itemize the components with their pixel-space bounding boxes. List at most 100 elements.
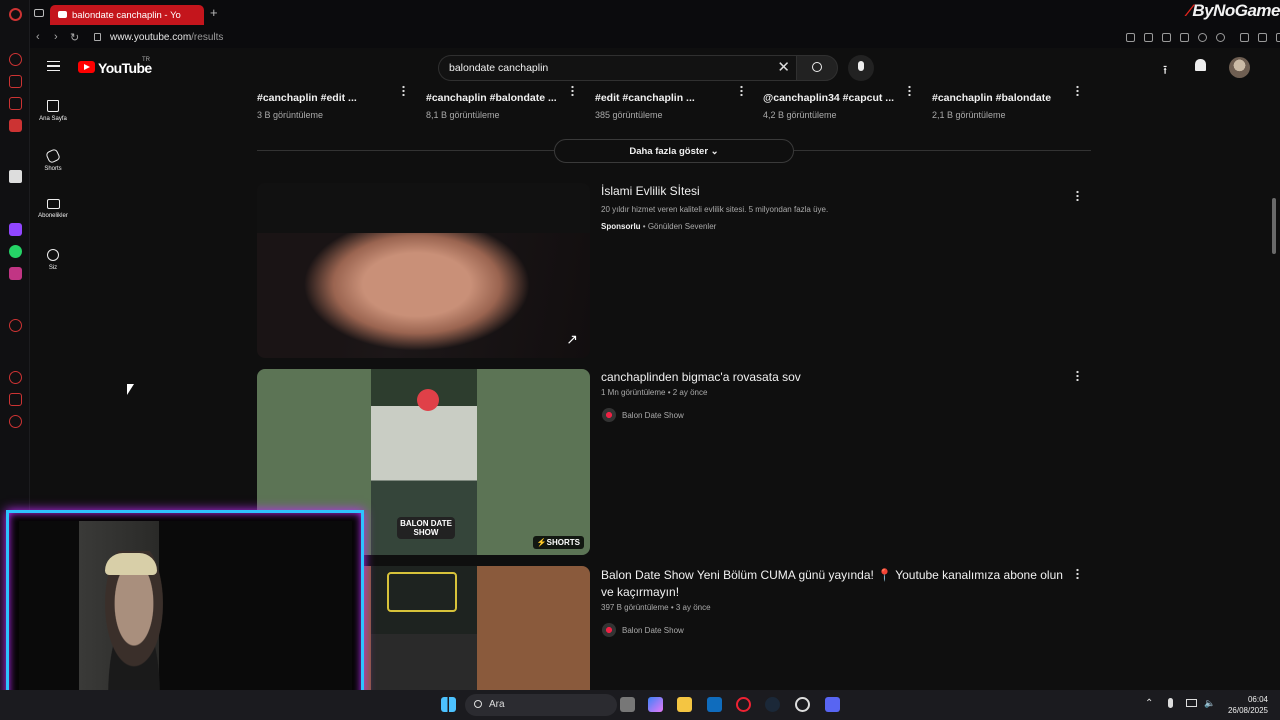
scrollbar-thumb[interactable] xyxy=(1272,198,1276,254)
more-options-icon[interactable] xyxy=(908,85,911,96)
system-clock[interactable]: 06:04 26/08/2025 xyxy=(1228,694,1268,716)
top-card-title[interactable]: #edit #canchaplin ... xyxy=(595,92,695,104)
channel-avatar[interactable] xyxy=(602,623,616,637)
pin-icon[interactable] xyxy=(1126,33,1135,42)
heart-icon[interactable] xyxy=(1216,33,1225,42)
sidebar-item-shorts[interactable]: Shorts xyxy=(30,148,76,172)
reload-icon[interactable]: ↻ xyxy=(70,31,79,44)
thumbnail-logo xyxy=(387,572,457,612)
more-options-icon[interactable] xyxy=(740,85,743,96)
lock-icon[interactable] xyxy=(94,33,101,41)
show-more-button[interactable]: Daha fazla göster ⌄ xyxy=(554,139,794,163)
divider xyxy=(794,150,1091,151)
hamburger-menu-icon[interactable] xyxy=(47,61,60,71)
opera-logo-icon[interactable] xyxy=(9,8,22,21)
youtube-header: YouTube TR balondate canchaplin ✕ ⭱ xyxy=(30,48,1280,86)
video-title[interactable]: canchaplinden bigmac'a rovasata sov xyxy=(601,369,801,386)
mouse-cursor-icon xyxy=(127,384,134,395)
gx-icon[interactable] xyxy=(9,75,22,88)
new-tab-button[interactable]: + xyxy=(210,5,218,20)
top-card-views: 3 B görüntüleme xyxy=(257,110,324,120)
account-icon[interactable] xyxy=(1240,33,1249,42)
screenshot-icon[interactable] xyxy=(1144,33,1153,42)
shorts-icon xyxy=(45,148,61,164)
country-code: TR xyxy=(142,57,150,63)
play-icon[interactable] xyxy=(1198,33,1207,42)
ad-title[interactable]: İslami Evlilik Sİtesi xyxy=(601,183,700,200)
volume-icon[interactable]: 🔈 xyxy=(1204,698,1215,709)
instagram-icon[interactable] xyxy=(9,267,22,280)
obs-icon[interactable] xyxy=(795,697,810,712)
top-card-title[interactable]: #canchaplin #balondate ... xyxy=(426,92,557,104)
windows-start-icon[interactable] xyxy=(441,697,456,712)
shorts-badge: ⚡SHORTS xyxy=(532,536,584,549)
sidebar-item-home[interactable]: Ana Sayfa xyxy=(30,100,76,122)
opera-gx-icon[interactable] xyxy=(736,697,751,712)
url-field[interactable]: www.youtube.com/results xyxy=(110,32,223,43)
more-options-icon[interactable] xyxy=(571,85,574,96)
vpn-icon[interactable] xyxy=(1180,33,1189,42)
advertiser-name[interactable]: Gönülden Sevenler xyxy=(648,222,717,231)
ad-thumbnail[interactable]: ↗ xyxy=(257,183,590,358)
menu-icon[interactable] xyxy=(1276,33,1280,42)
top-card-title[interactable]: #canchaplin #edit ... xyxy=(257,92,357,104)
sidebar-item-subscriptions[interactable]: Abonelikler xyxy=(30,199,76,219)
tab-youtube[interactable]: balondate canchaplin - Yo xyxy=(50,5,204,25)
settings-icon[interactable] xyxy=(9,415,22,428)
history-icon[interactable] xyxy=(9,371,22,384)
mic-tray-icon[interactable] xyxy=(1168,698,1173,708)
taskbar-search[interactable]: Ara xyxy=(465,694,617,716)
more-options-icon[interactable] xyxy=(1076,370,1079,381)
shield-icon[interactable] xyxy=(1162,33,1171,42)
extensions-icon[interactable] xyxy=(9,393,22,406)
video-meta: 1 Mn görüntüleme • 2 ay önce xyxy=(601,388,708,397)
outlook-icon[interactable] xyxy=(707,697,722,712)
sidebar-item-you[interactable]: Siz xyxy=(30,249,76,271)
ai-icon[interactable] xyxy=(9,170,22,183)
player-icon[interactable] xyxy=(9,319,22,332)
home-icon xyxy=(47,100,59,112)
notifications-icon[interactable] xyxy=(1195,59,1206,71)
mail-icon[interactable] xyxy=(9,119,22,132)
more-options-icon[interactable] xyxy=(402,85,405,96)
copilot-icon[interactable] xyxy=(648,697,663,712)
forward-icon[interactable]: › xyxy=(54,31,58,43)
clear-icon[interactable]: ✕ xyxy=(777,59,790,77)
youtube-logo-icon[interactable] xyxy=(78,61,95,73)
video-title[interactable]: Balon Date Show Yeni Bölüm CUMA günü yay… xyxy=(601,567,1066,601)
search-button[interactable] xyxy=(796,55,838,81)
chevron-up-icon[interactable]: ⌃ xyxy=(1145,698,1153,709)
more-options-icon[interactable] xyxy=(1076,190,1079,201)
workspace-icon[interactable] xyxy=(34,9,44,17)
steam-icon[interactable] xyxy=(765,697,780,712)
search-input[interactable]: balondate canchaplin ✕ xyxy=(438,55,796,81)
aria-icon[interactable] xyxy=(9,53,22,66)
search-icon xyxy=(474,700,482,708)
upload-icon[interactable]: ⭱ xyxy=(1163,61,1167,82)
channel-avatar[interactable] xyxy=(602,408,616,422)
display-icon[interactable] xyxy=(1186,699,1197,707)
tab-title: balondate canchaplin - Yo xyxy=(72,10,181,21)
taskbar-search-placeholder: Ara xyxy=(489,699,505,710)
top-card-title[interactable]: @canchaplin34 #capcut ... xyxy=(763,92,894,104)
shorts-badge-label: SHORTS xyxy=(546,538,580,547)
avatar[interactable] xyxy=(1229,57,1250,78)
task-view-icon[interactable] xyxy=(620,697,635,712)
file-explorer-icon[interactable] xyxy=(677,697,692,712)
channel-name[interactable]: Balon Date Show xyxy=(622,626,684,635)
twitch-tracker-icon[interactable] xyxy=(9,97,22,110)
clock-time: 06:04 xyxy=(1247,695,1268,704)
top-card-views: 4,2 B görüntüleme xyxy=(763,110,837,120)
ball-icon xyxy=(417,389,439,411)
more-options-icon[interactable] xyxy=(1076,85,1079,96)
discord-icon[interactable] xyxy=(825,697,840,712)
download-icon[interactable] xyxy=(1258,33,1267,42)
twitch-icon[interactable] xyxy=(9,223,22,236)
channel-name[interactable]: Balon Date Show xyxy=(622,411,684,420)
voice-search-button[interactable] xyxy=(848,55,874,81)
sidebar-item-label: Shorts xyxy=(44,166,62,172)
top-card-title[interactable]: #canchaplin #balondate xyxy=(932,92,1051,104)
back-icon[interactable]: ‹ xyxy=(36,31,40,43)
more-options-icon[interactable] xyxy=(1076,568,1079,579)
whatsapp-icon[interactable] xyxy=(9,245,22,258)
